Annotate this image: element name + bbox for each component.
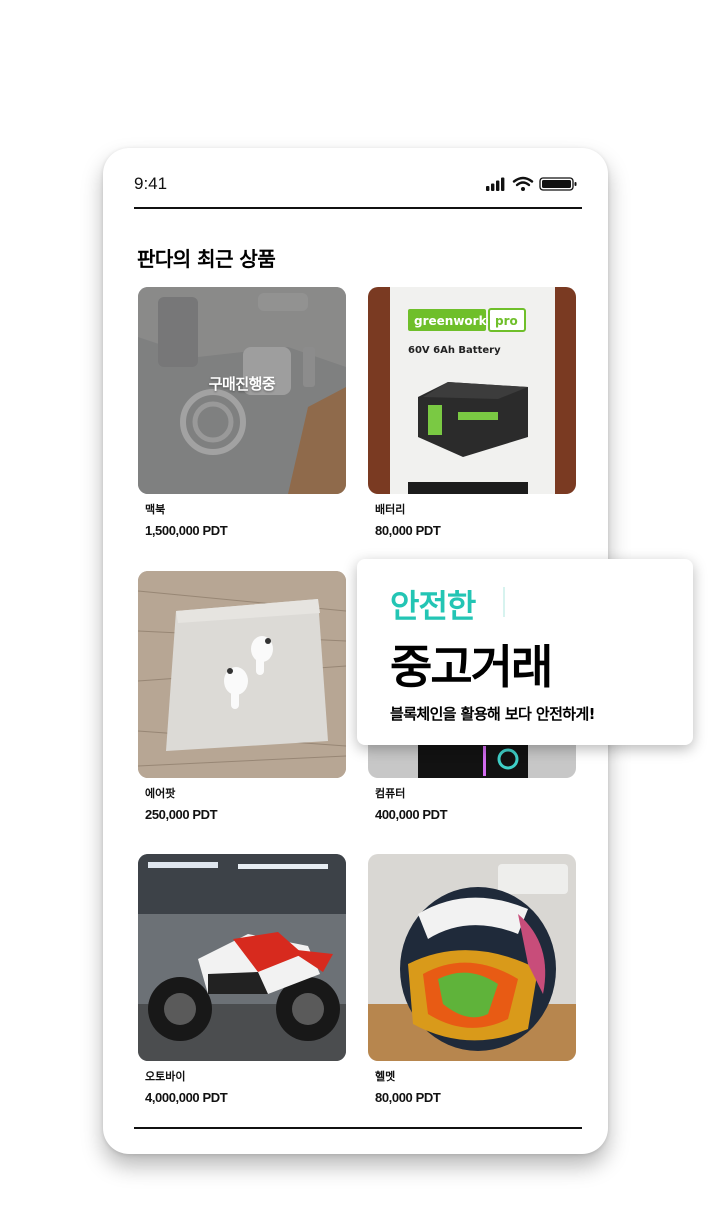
- battery-icon: [539, 177, 577, 191]
- product-image-helmet: [368, 854, 576, 1061]
- product-card[interactable]: 구매진행중 맥북 1,500,000 PDT: [138, 287, 346, 538]
- promo-subtitle: 블록체인을 활용해 보다 안전하게!: [390, 705, 596, 723]
- promo-accent-text: 안전한: [390, 587, 476, 625]
- product-image-motorcycle: [138, 854, 346, 1061]
- product-thumbnail[interactable]: greenworks pro 60V 6Ah Battery: [368, 287, 576, 494]
- product-image-battery: greenworks pro 60V 6Ah Battery: [368, 287, 576, 494]
- section-title: 판다의 최근 상품: [137, 247, 276, 271]
- header-divider: [134, 207, 582, 209]
- product-card[interactable]: 헬멧 80,000 PDT: [368, 854, 576, 1105]
- product-name: 컴퓨터: [375, 787, 406, 800]
- product-card[interactable]: 오토바이 4,000,000 PDT: [138, 854, 346, 1105]
- product-name: 에어팟: [145, 787, 176, 800]
- product-price: 80,000 PDT: [375, 523, 441, 538]
- product-thumbnail[interactable]: 구매진행중: [138, 287, 346, 494]
- product-name: 오토바이: [145, 1070, 186, 1083]
- signal-icon: [486, 177, 505, 191]
- status-icons: [486, 176, 577, 191]
- product-price: 250,000 PDT: [145, 807, 218, 822]
- product-thumbnail[interactable]: [138, 854, 346, 1061]
- product-price: 1,500,000 PDT: [145, 523, 228, 538]
- footer-divider: [134, 1127, 582, 1129]
- product-name: 배터리: [375, 503, 406, 516]
- product-price: 400,000 PDT: [375, 807, 448, 822]
- product-thumbnail[interactable]: [138, 571, 346, 778]
- product-price: 80,000 PDT: [375, 1090, 441, 1105]
- promo-card: 안전한 중고거래 블록체인을 활용해 보다 안전하게!: [357, 559, 693, 745]
- product-image-airpods: [138, 571, 346, 778]
- status-time: 9:41: [134, 174, 168, 193]
- text-cursor: [503, 587, 505, 617]
- product-name: 맥북: [145, 503, 166, 516]
- status-bar: 9:41: [134, 172, 582, 196]
- product-card[interactable]: 에어팟 250,000 PDT: [138, 571, 346, 822]
- wifi-icon: [512, 176, 534, 191]
- product-card[interactable]: greenworks pro 60V 6Ah Battery 배터리 80,00…: [368, 287, 576, 538]
- purchase-status-badge: 구매진행중: [208, 375, 276, 393]
- battery-brand-text: greenworks: [414, 314, 494, 328]
- product-price: 4,000,000 PDT: [145, 1090, 228, 1105]
- battery-pro-text: pro: [495, 314, 518, 328]
- product-name: 헬멧: [375, 1070, 396, 1083]
- promo-title: 중고거래: [390, 640, 553, 694]
- battery-spec-text: 60V 6Ah Battery: [408, 345, 501, 356]
- product-thumbnail[interactable]: [368, 854, 576, 1061]
